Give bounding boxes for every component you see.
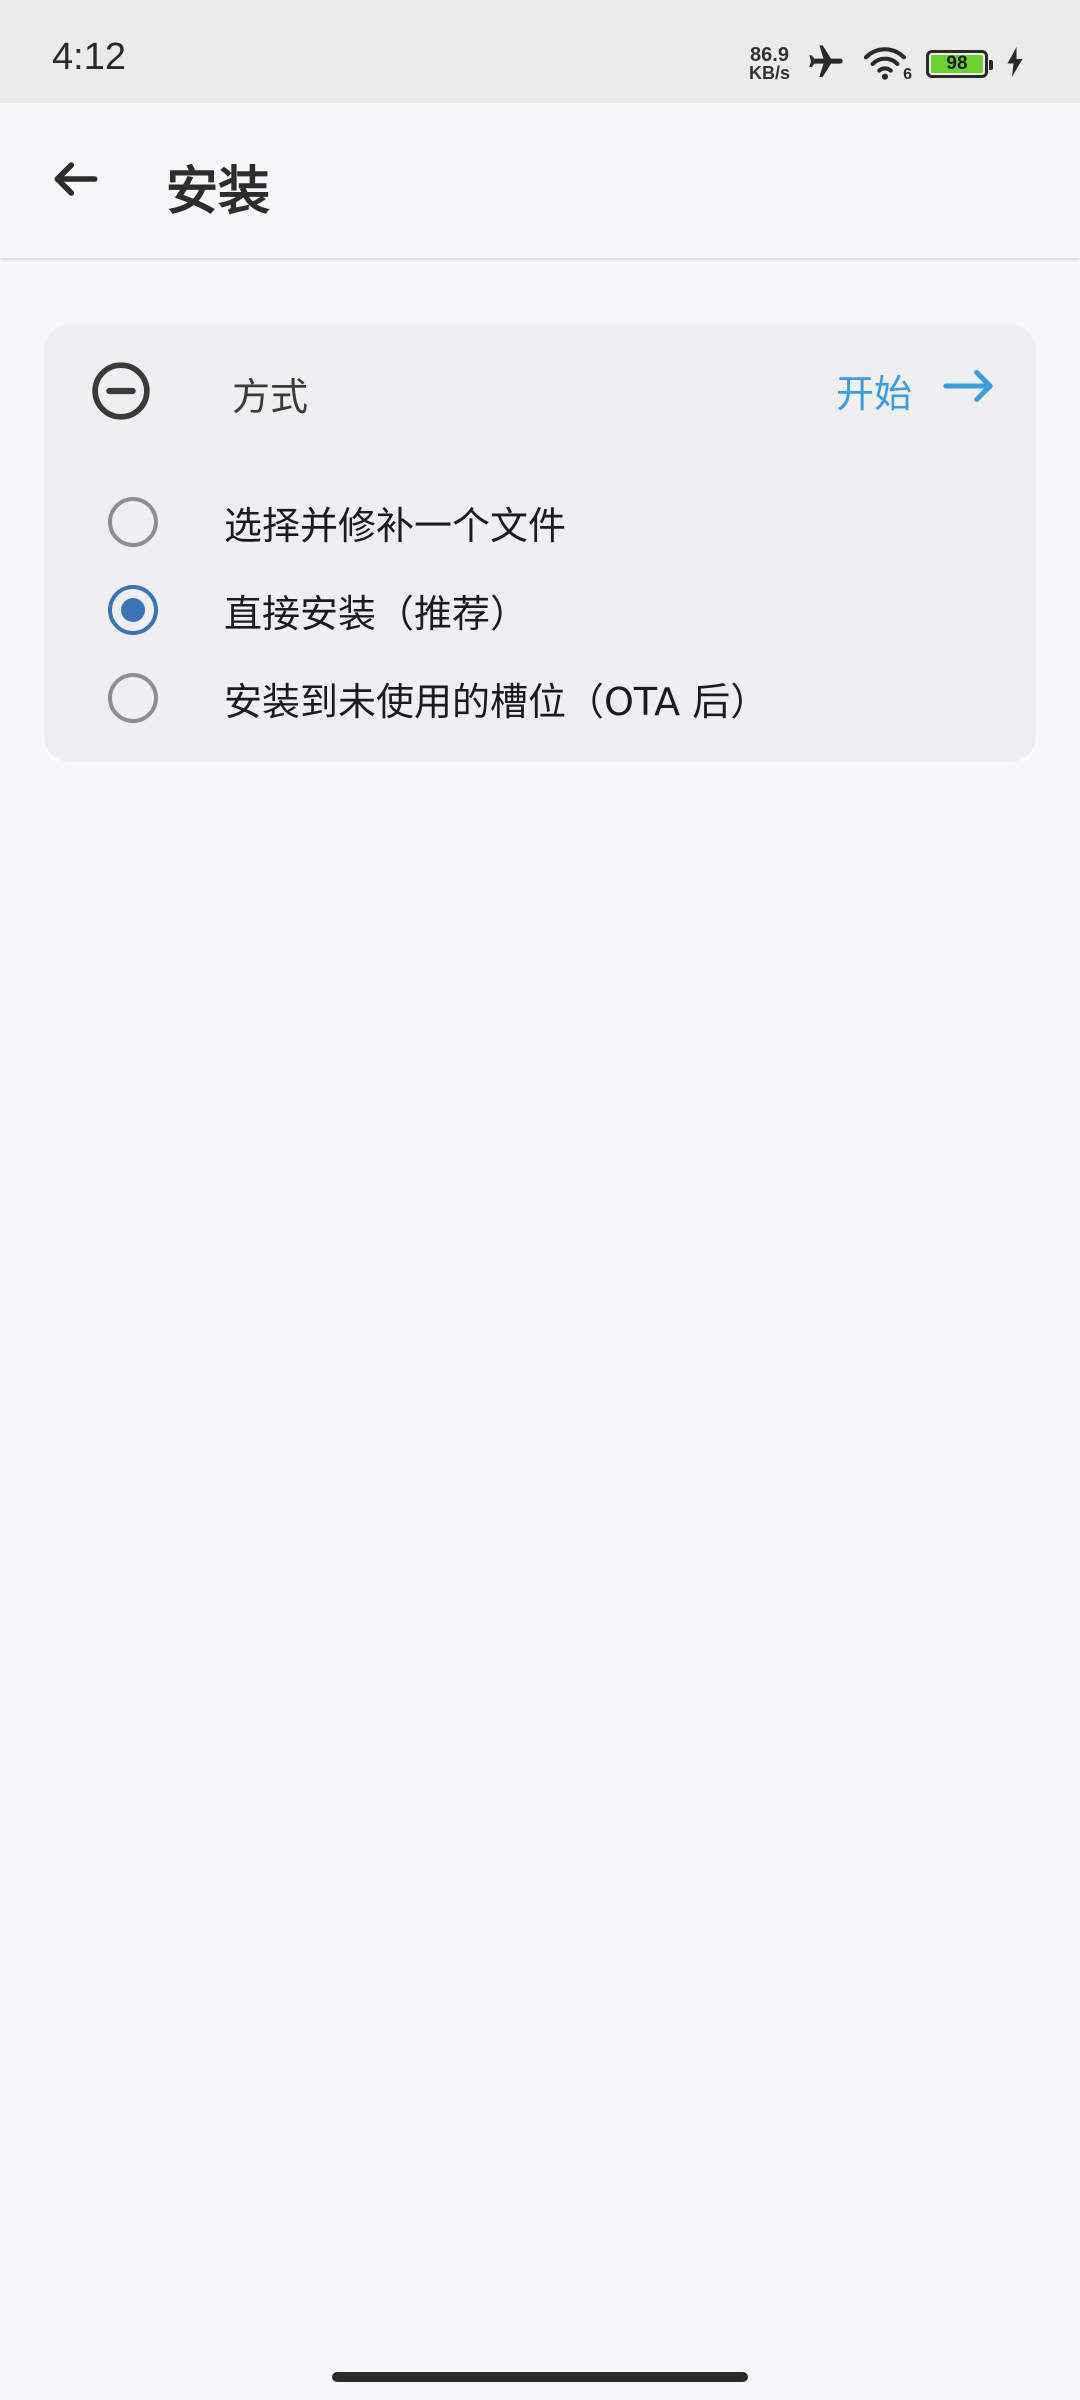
status-bar: 4:12 86.9 KB/s 6 98 (0, 0, 1080, 103)
page-title: 安装 (166, 162, 271, 222)
network-speed-value: 86.9 (750, 44, 789, 66)
battery-icon: 98 (926, 50, 993, 78)
option-patch-file[interactable]: 选择并修补一个文件 (108, 484, 1008, 560)
charging-icon (1006, 47, 1024, 81)
radio-button[interactable] (108, 673, 158, 723)
option-install-inactive-slot[interactable]: 安装到未使用的槽位（OTA 后） (108, 660, 1008, 736)
wifi-icon: 6 (862, 44, 912, 84)
install-method-card: 方式 开始 选择并修补一个文件 直接安装（推荐） 安装到未使用的槽位（OTA 后… (44, 324, 1036, 762)
status-time: 4:12 (52, 36, 126, 78)
card-header: 方式 开始 (44, 324, 1036, 454)
network-speed: 86.9 KB/s (748, 44, 790, 83)
option-label: 直接安装（推荐） (224, 591, 529, 636)
arrow-right-icon (942, 366, 996, 415)
minus-circle-icon[interactable] (90, 360, 152, 422)
option-label: 选择并修补一个文件 (224, 503, 567, 548)
gesture-navigation-bar[interactable] (332, 2372, 748, 2382)
option-label: 安装到未使用的槽位（OTA 后） (224, 679, 769, 724)
status-icons: 86.9 KB/s 6 98 (749, 40, 1024, 88)
start-button-label: 开始 (835, 371, 912, 416)
wifi-standard-label: 6 (903, 66, 912, 83)
arrow-left-icon (48, 151, 104, 211)
app-bar: 安装 (0, 103, 1080, 258)
start-button[interactable]: 开始 (836, 360, 996, 420)
back-button[interactable] (40, 145, 112, 217)
battery-level: 98 (931, 53, 983, 74)
option-direct-install[interactable]: 直接安装（推荐） (108, 572, 1008, 648)
radio-button[interactable] (108, 497, 158, 547)
airplane-icon (804, 42, 848, 86)
network-speed-unit: KB/s (748, 63, 790, 83)
card-title: 方式 (232, 375, 309, 419)
radio-button-selected[interactable] (108, 585, 158, 635)
